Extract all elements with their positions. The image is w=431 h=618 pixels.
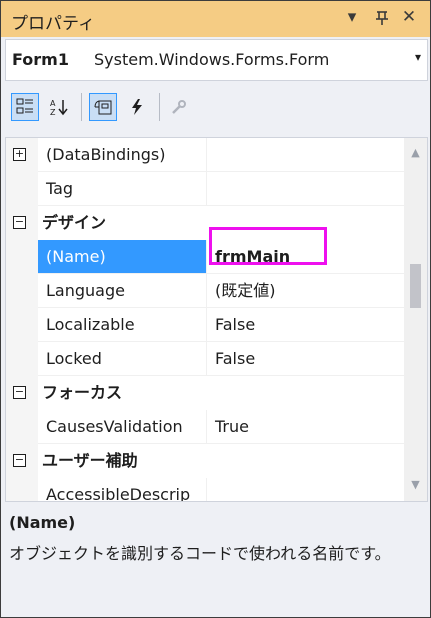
svg-text:Z: Z — [50, 108, 56, 116]
property-row[interactable]: Localizable False — [6, 308, 404, 342]
property-value[interactable]: False — [207, 342, 404, 376]
property-name[interactable]: Locked — [38, 342, 207, 376]
property-value[interactable] — [207, 478, 404, 501]
property-row[interactable]: AccessibleDescrip — [6, 478, 404, 501]
object-type: System.Windows.Forms.Form — [94, 50, 330, 69]
description-title: (Name) — [9, 513, 76, 532]
lightning-icon — [132, 99, 142, 115]
pin-icon[interactable] — [371, 7, 393, 31]
category-label: フォーカス — [42, 383, 123, 402]
property-value[interactable]: (既定値) — [207, 274, 404, 308]
category-row[interactable]: − デザイン — [6, 206, 404, 240]
category-label: デザイン — [42, 213, 107, 232]
scrollbar-thumb[interactable] — [410, 264, 421, 308]
vertical-scrollbar[interactable]: ▲ ▼ — [404, 138, 427, 501]
property-row[interactable]: CausesValidation True — [6, 410, 404, 444]
property-value[interactable]: False — [207, 308, 404, 342]
events-button[interactable] — [123, 93, 151, 121]
property-row[interactable]: Language (既定値) — [6, 274, 404, 308]
property-name[interactable]: AccessibleDescrip — [38, 478, 207, 501]
svg-text:A: A — [50, 99, 56, 108]
panel-title: プロパティ — [11, 14, 95, 34]
row-gutter — [6, 308, 38, 342]
property-name[interactable]: Localizable — [38, 308, 207, 342]
row-gutter — [6, 240, 38, 274]
property-row[interactable]: Locked False — [6, 342, 404, 376]
scroll-up-icon[interactable]: ▲ — [404, 146, 427, 159]
title-bar[interactable]: プロパティ ▾ ✕ — [1, 1, 430, 37]
description-text: オブジェクトを識別するコードで使われる名前です。 — [9, 544, 391, 563]
property-value[interactable] — [207, 172, 404, 206]
categorized-button[interactable] — [11, 93, 39, 121]
property-value[interactable]: True — [207, 410, 404, 444]
category-row[interactable]: − フォーカス — [6, 376, 404, 410]
property-name[interactable]: CausesValidation — [38, 410, 207, 444]
row-gutter — [6, 274, 38, 308]
collapse-icon[interactable]: − — [13, 386, 26, 399]
object-selector[interactable]: Form1 System.Windows.Forms.Form ▾ — [5, 39, 428, 81]
sort-alphabetical-icon: AZ — [50, 99, 68, 116]
collapse-icon[interactable]: − — [13, 454, 26, 467]
property-pages-button[interactable] — [165, 93, 193, 121]
row-gutter — [6, 478, 38, 501]
property-row[interactable]: Tag — [6, 172, 404, 206]
object-name: Form1 — [12, 50, 69, 69]
row-gutter — [6, 342, 38, 376]
alphabetical-button[interactable]: AZ — [45, 93, 73, 121]
scroll-down-icon[interactable]: ▼ — [404, 478, 427, 491]
property-grid: + (DataBindings) Tag − デザイン (Name) frmMain Lang… — [5, 137, 428, 502]
property-value[interactable] — [207, 138, 404, 172]
property-row[interactable]: + (DataBindings) — [6, 138, 404, 172]
close-icon[interactable]: ✕ — [398, 7, 420, 27]
property-name[interactable]: (Name) — [38, 240, 207, 274]
chevron-down-icon[interactable]: ▾ — [341, 7, 363, 27]
chevron-down-icon[interactable]: ▾ — [415, 50, 421, 64]
properties-panel: プロパティ ▾ ✕ Form1 System.Windows.Forms.For… — [0, 0, 431, 618]
category-row[interactable]: − ユーザー補助 — [6, 444, 404, 478]
description-pane: (Name) オブジェクトを識別するコードで使われる名前です。 — [5, 503, 426, 613]
properties-toolbar: AZ — [1, 81, 430, 133]
wrench-icon — [172, 100, 186, 114]
property-name[interactable]: Tag — [38, 172, 207, 206]
category-label: ユーザー補助 — [42, 451, 138, 470]
property-value[interactable]: frmMain — [207, 240, 404, 274]
categorized-icon — [16, 98, 33, 114]
collapse-icon[interactable]: − — [13, 216, 26, 229]
property-name[interactable]: (DataBindings) — [38, 138, 207, 172]
properties-button[interactable] — [89, 93, 117, 121]
toolbar-separator — [81, 93, 82, 121]
row-gutter — [6, 172, 38, 206]
property-name[interactable]: Language — [38, 274, 207, 308]
property-row[interactable]: (Name) frmMain — [6, 240, 404, 274]
properties-icon — [94, 100, 112, 115]
row-gutter — [6, 410, 38, 444]
expand-icon[interactable]: + — [13, 148, 26, 161]
toolbar-separator — [159, 93, 160, 121]
